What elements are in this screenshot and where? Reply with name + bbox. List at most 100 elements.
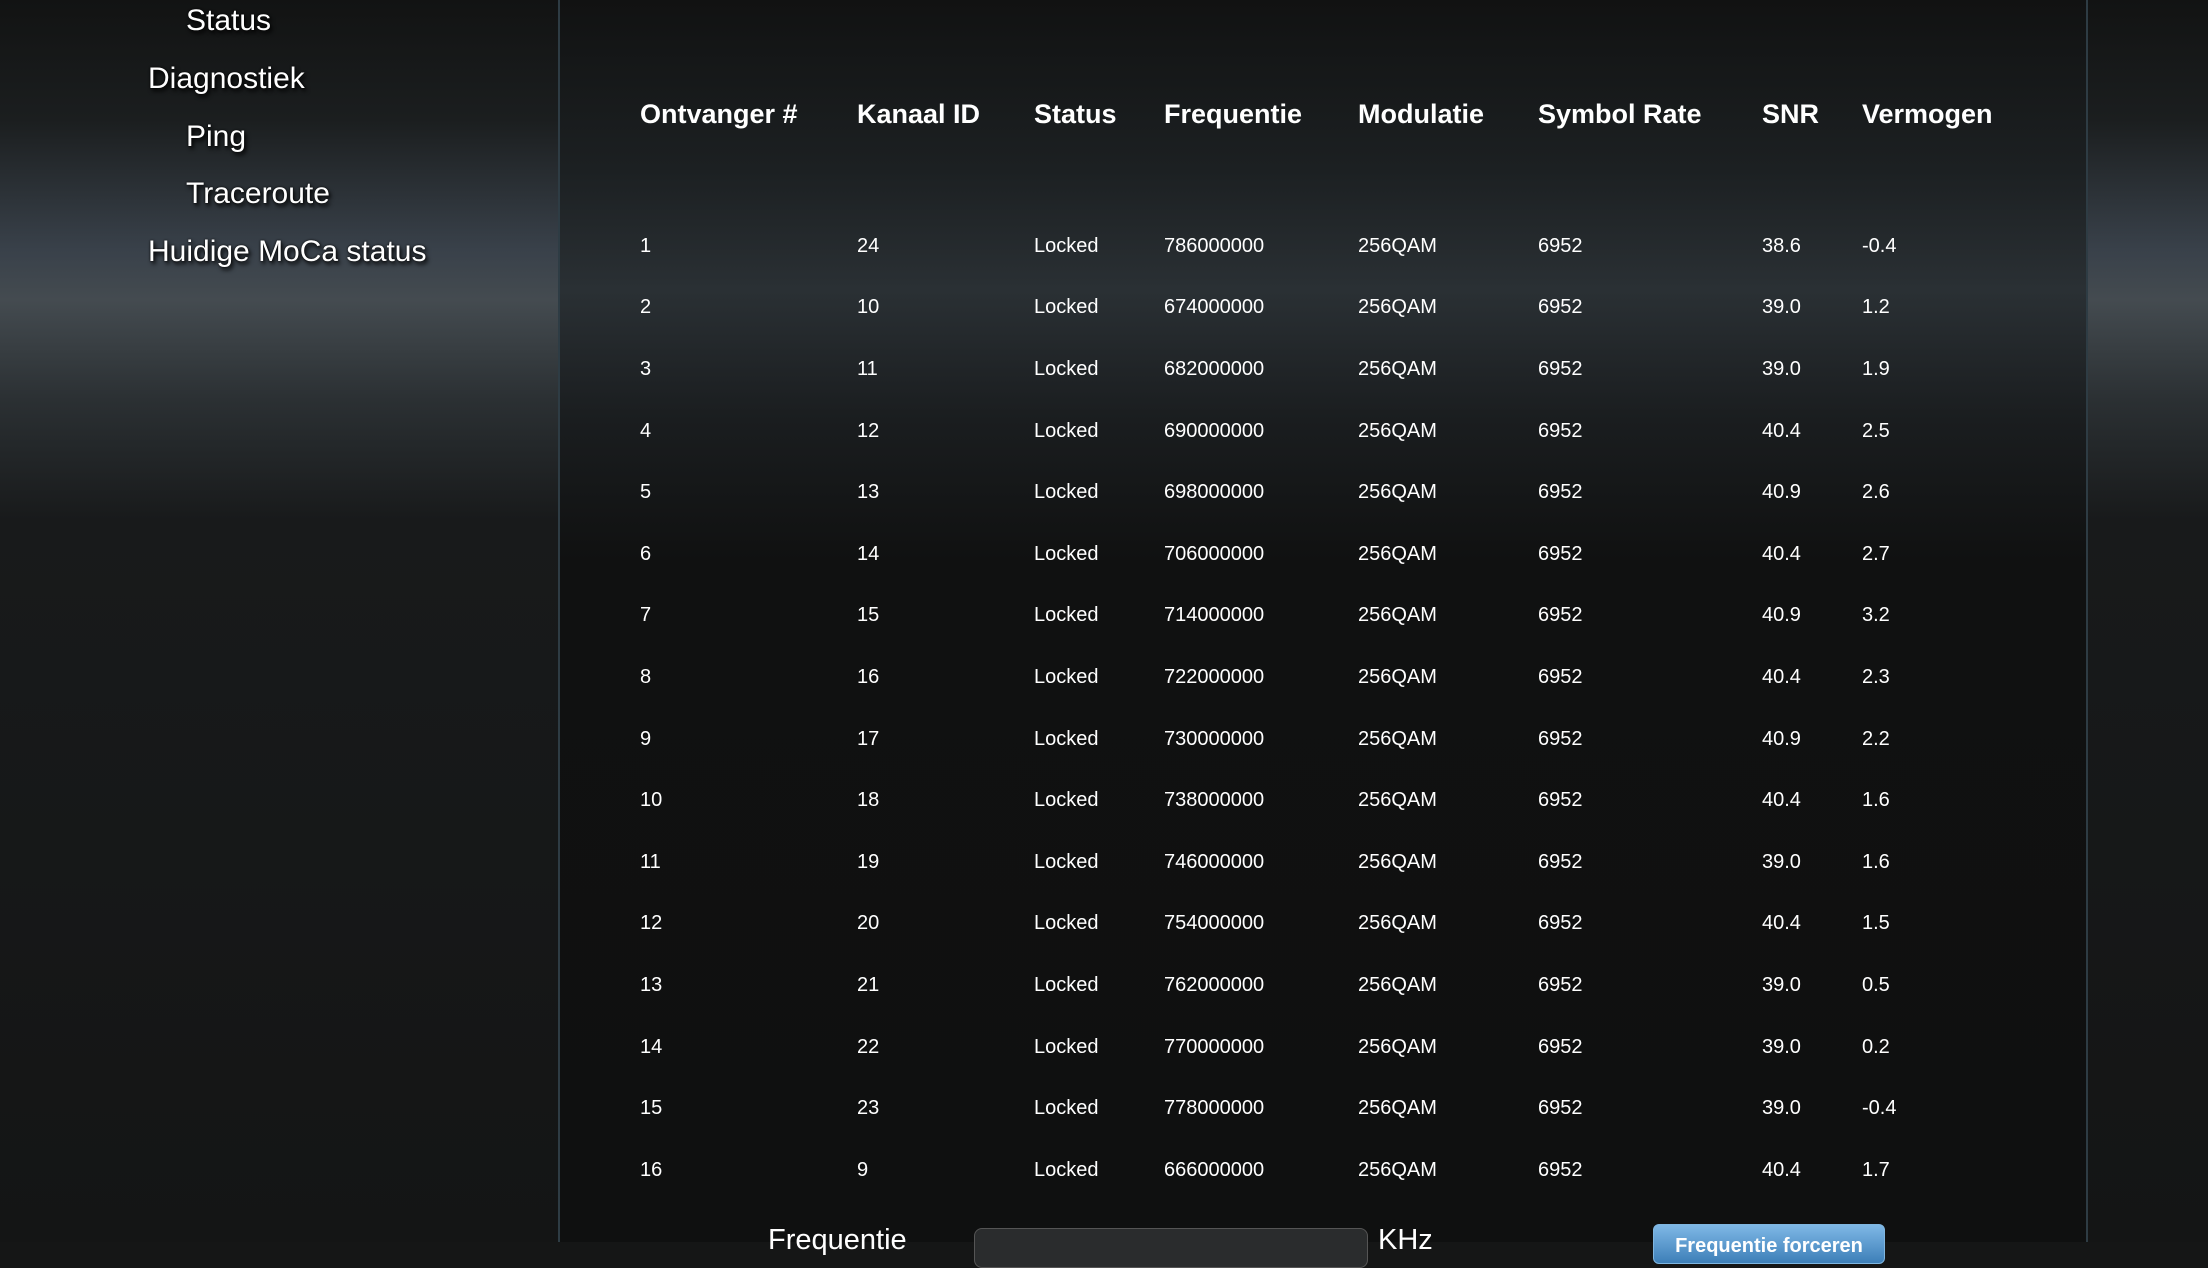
cell-kanaal-id: 12 [857,419,880,442]
cell-frequentie: 730000000 [1164,727,1265,750]
column-header-kanaal-id: Kanaal ID [857,98,981,129]
cell-symbol-rate: 6952 [1538,666,1583,689]
cell-status: Locked [1034,974,1099,997]
cell-ontvanger: 2 [640,296,652,319]
cell-symbol-rate: 6952 [1538,542,1583,565]
cell-frequentie: 690000000 [1164,419,1265,442]
cell-status: Locked [1034,419,1099,442]
cell-vermogen: 1.2 [1862,296,1890,319]
cell-snr: 40.4 [1762,1158,1801,1181]
cell-ontvanger: 7 [640,604,652,627]
cell-symbol-rate: 6952 [1538,481,1583,504]
cell-snr: 39.0 [1762,358,1801,381]
column-header-modulatie: Modulatie [1358,98,1484,129]
column-header-status: Status [1034,98,1117,129]
cell-modulatie: 256QAM [1358,974,1437,997]
table-header-row: Ontvanger # Kanaal ID Status Frequentie … [640,74,2002,154]
cell-frequentie: 706000000 [1164,542,1265,565]
cell-frequentie: 786000000 [1164,234,1265,257]
table-row: 16 9 Locked 666000000 256QAM 6952 40.4 1.7 [640,1140,2002,1202]
cell-frequentie: 770000000 [1164,1035,1265,1058]
cell-vermogen: 0.2 [1862,1035,1890,1058]
cell-status: Locked [1034,1097,1099,1120]
cell-symbol-rate: 6952 [1538,358,1583,381]
table-row: 11 19 Locked 746000000 256QAM 6952 39.0 1.6 [640,832,2002,894]
cell-vermogen: 2.3 [1862,666,1890,689]
cell-ontvanger: 8 [640,666,652,689]
sidebar-item-diagnostiek[interactable]: Diagnostiek [148,62,305,96]
cell-snr: 40.4 [1762,912,1801,935]
cell-kanaal-id: 24 [857,234,880,257]
cell-vermogen: 2.6 [1862,481,1890,504]
cell-frequentie: 674000000 [1164,296,1265,319]
table-row: 5 13 Locked 698000000 256QAM 6952 40.9 2.6 [640,462,2002,524]
cell-vermogen: -0.4 [1862,234,1897,257]
cell-status: Locked [1034,789,1099,812]
cell-status: Locked [1034,1158,1099,1181]
cell-status: Locked [1034,666,1099,689]
sidebar-item-huidige-moca-status[interactable]: Huidige MoCa status [148,235,426,269]
cell-symbol-rate: 6952 [1538,789,1583,812]
cell-modulatie: 256QAM [1358,296,1437,319]
table-row: 15 23 Locked 778000000 256QAM 6952 39.0 -0.4 [640,1078,2002,1140]
cell-snr: 40.9 [1762,604,1801,627]
cell-kanaal-id: 17 [857,727,880,750]
downstream-channel-table: Ontvanger # Kanaal ID Status Frequentie … [640,74,2002,1201]
cell-modulatie: 256QAM [1358,1035,1437,1058]
cell-vermogen: 1.9 [1862,358,1890,381]
cell-kanaal-id: 13 [857,481,880,504]
table-row: 10 18 Locked 738000000 256QAM 6952 40.4 1.6 [640,770,2002,832]
cell-kanaal-id: 20 [857,912,880,935]
cell-snr: 39.0 [1762,850,1801,873]
table-spacer [640,154,2002,216]
cell-frequentie: 738000000 [1164,789,1265,812]
cell-symbol-rate: 6952 [1538,727,1583,750]
cell-ontvanger: 12 [640,912,663,935]
cell-kanaal-id: 16 [857,666,880,689]
cell-kanaal-id: 21 [857,974,880,997]
cell-ontvanger: 13 [640,974,663,997]
cell-vermogen: 1.6 [1862,789,1890,812]
cell-status: Locked [1034,234,1099,257]
cell-modulatie: 256QAM [1358,481,1437,504]
cell-symbol-rate: 6952 [1538,1158,1583,1181]
cell-frequentie: 762000000 [1164,974,1265,997]
cell-ontvanger: 6 [640,542,652,565]
frequency-label: Frequentie [768,1224,907,1256]
cell-ontvanger: 9 [640,727,652,750]
column-header-vermogen: Vermogen [1862,98,1993,129]
cell-vermogen: 2.7 [1862,542,1890,565]
sidebar-item-ping[interactable]: Ping [186,120,246,154]
cell-snr: 39.0 [1762,974,1801,997]
cell-ontvanger: 10 [640,789,663,812]
cell-status: Locked [1034,296,1099,319]
table-row: 14 22 Locked 770000000 256QAM 6952 39.0 0.2 [640,1016,2002,1078]
cell-status: Locked [1034,542,1099,565]
cell-symbol-rate: 6952 [1538,974,1583,997]
cell-snr: 40.4 [1762,542,1801,565]
cell-frequentie: 714000000 [1164,604,1265,627]
cell-modulatie: 256QAM [1358,542,1437,565]
cell-frequentie: 682000000 [1164,358,1265,381]
cell-modulatie: 256QAM [1358,666,1437,689]
cell-ontvanger: 16 [640,1158,663,1181]
cell-status: Locked [1034,358,1099,381]
cell-kanaal-id: 11 [857,358,878,381]
frequency-input[interactable] [974,1228,1368,1268]
cell-status: Locked [1034,604,1099,627]
cell-ontvanger: 15 [640,1097,663,1120]
cell-modulatie: 256QAM [1358,419,1437,442]
cell-snr: 40.4 [1762,419,1801,442]
table-body: 1 24 Locked 786000000 256QAM 6952 38.6 -0.4 2 10 L… [640,154,2002,1201]
force-frequency-button[interactable]: Frequentie forceren [1653,1224,1885,1264]
cell-snr: 39.0 [1762,296,1801,319]
cell-snr: 40.9 [1762,727,1801,750]
column-header-ontvanger: Ontvanger # [640,98,798,129]
cell-symbol-rate: 6952 [1538,419,1583,442]
cell-kanaal-id: 15 [857,604,880,627]
sidebar-item-traceroute[interactable]: Traceroute [186,177,330,211]
table-row: 12 20 Locked 754000000 256QAM 6952 40.4 1.5 [640,893,2002,955]
cell-modulatie: 256QAM [1358,727,1437,750]
cell-vermogen: 2.5 [1862,419,1890,442]
sidebar-item-status[interactable]: Status [186,4,271,38]
